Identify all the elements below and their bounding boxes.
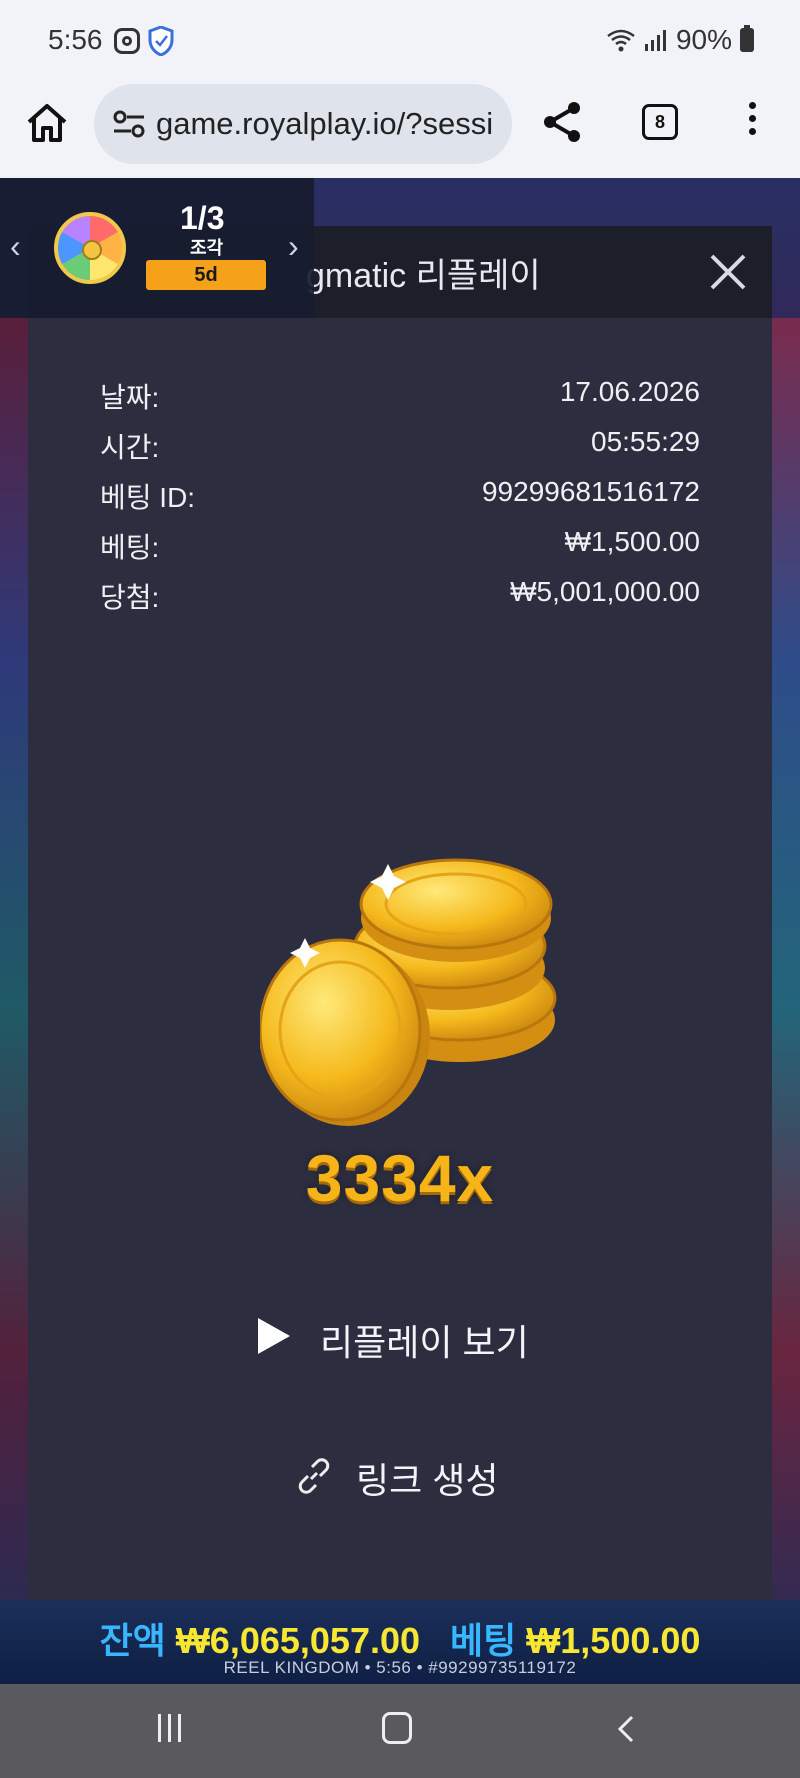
reward-label: 조각	[190, 238, 224, 258]
info-row-date: 날짜: 17.06.2026	[100, 376, 700, 416]
info-label: 당첨:	[100, 582, 160, 613]
game-area: gmatic 리플레이 ‹ 1/3 조각 5d › 날짜: 17.06.2026…	[0, 178, 800, 1684]
browser-toolbar: game.royalplay.io/?sessi 8	[0, 80, 800, 178]
close-icon[interactable]	[706, 250, 750, 294]
info-label: 시간:	[100, 432, 160, 463]
balance-label: 잔액	[99, 1620, 166, 1661]
info-label: 베팅 ID:	[100, 482, 196, 513]
watch-replay-button[interactable]: 리플레이 보기	[258, 1306, 548, 1366]
gold-coins-icon	[260, 858, 557, 1126]
replay-panel: 날짜: 17.06.2026 시간: 05:55:29 베팅 ID: 99299…	[28, 318, 772, 1600]
win-multiplier: 3334x	[305, 1141, 495, 1215]
info-value: 05:55:29	[591, 426, 700, 457]
battery-percent: 90%	[675, 24, 732, 55]
info-row-bet-id: 베팅 ID: 99299681516172	[100, 476, 700, 516]
replay-title: gmatic 리플레이	[306, 257, 541, 295]
prize-wheel-icon	[54, 212, 126, 284]
info-value: 99299681516172	[481, 476, 700, 507]
info-label: 날짜:	[100, 382, 160, 413]
home-button-icon[interactable]	[382, 1712, 412, 1744]
balance-line: 잔액 ₩6,065,057.00 베팅 ₩1,500.00	[0, 1612, 800, 1664]
link-icon	[298, 1458, 330, 1494]
bet-label: 베팅	[450, 1620, 517, 1661]
info-label: 베팅:	[100, 532, 160, 563]
status-right: 90%	[606, 24, 754, 56]
info-value: ₩5,001,000.00	[510, 576, 700, 607]
clock: 5:56	[48, 24, 103, 55]
info-row-win: 당첨: ₩5,001,000.00	[100, 576, 700, 616]
shield-icon	[148, 26, 174, 56]
play-icon	[258, 1318, 290, 1354]
instagram-icon	[114, 28, 140, 54]
watch-replay-label: 리플레이 보기	[320, 1322, 529, 1363]
more-menu-icon[interactable]	[744, 102, 760, 142]
game-footer: 잔액 ₩6,065,057.00 베팅 ₩1,500.00 REEL KINGD…	[0, 1600, 800, 1684]
days-badge: 5d	[146, 260, 266, 290]
game-info-line: REEL KINGDOM • 5:56 • #99299735119172	[223, 1658, 577, 1677]
create-link-button[interactable]: 링크 생성	[294, 1446, 514, 1506]
back-icon[interactable]	[612, 1714, 642, 1744]
info-row-time: 시간: 05:55:29	[100, 426, 700, 466]
battery-icon	[740, 25, 754, 52]
reward-progress: 1/3	[180, 200, 225, 236]
address-bar[interactable]: game.royalplay.io/?sessi	[94, 84, 512, 164]
share-icon[interactable]	[540, 100, 584, 144]
recent-apps-icon[interactable]	[158, 1714, 188, 1744]
status-bar: 5:56 90%	[0, 0, 800, 80]
create-link-label: 링크 생성	[356, 1460, 499, 1501]
url-text[interactable]: game.royalplay.io/?sessi	[156, 106, 506, 142]
game-background-right	[770, 318, 800, 1684]
system-nav-bar	[0, 1684, 800, 1778]
balance-value: ₩6,065,057.00	[175, 1620, 421, 1661]
chevron-left-icon[interactable]: ‹	[10, 228, 21, 265]
game-background-left	[0, 318, 30, 1684]
reward-widget[interactable]: ‹ 1/3 조각 5d ›	[0, 178, 314, 318]
home-icon[interactable]	[24, 100, 70, 146]
info-value: 17.06.2026	[559, 376, 700, 407]
site-settings-icon[interactable]	[112, 108, 146, 140]
chevron-right-icon[interactable]: ›	[288, 228, 299, 265]
bet-value: ₩1,500.00	[526, 1620, 701, 1661]
info-row-bet: 베팅: ₩1,500.00	[100, 526, 700, 566]
info-value: ₩1,500.00	[564, 526, 700, 557]
tabs-button[interactable]: 8	[642, 104, 678, 140]
wifi-icon	[607, 29, 635, 52]
signal-icon	[644, 30, 666, 51]
